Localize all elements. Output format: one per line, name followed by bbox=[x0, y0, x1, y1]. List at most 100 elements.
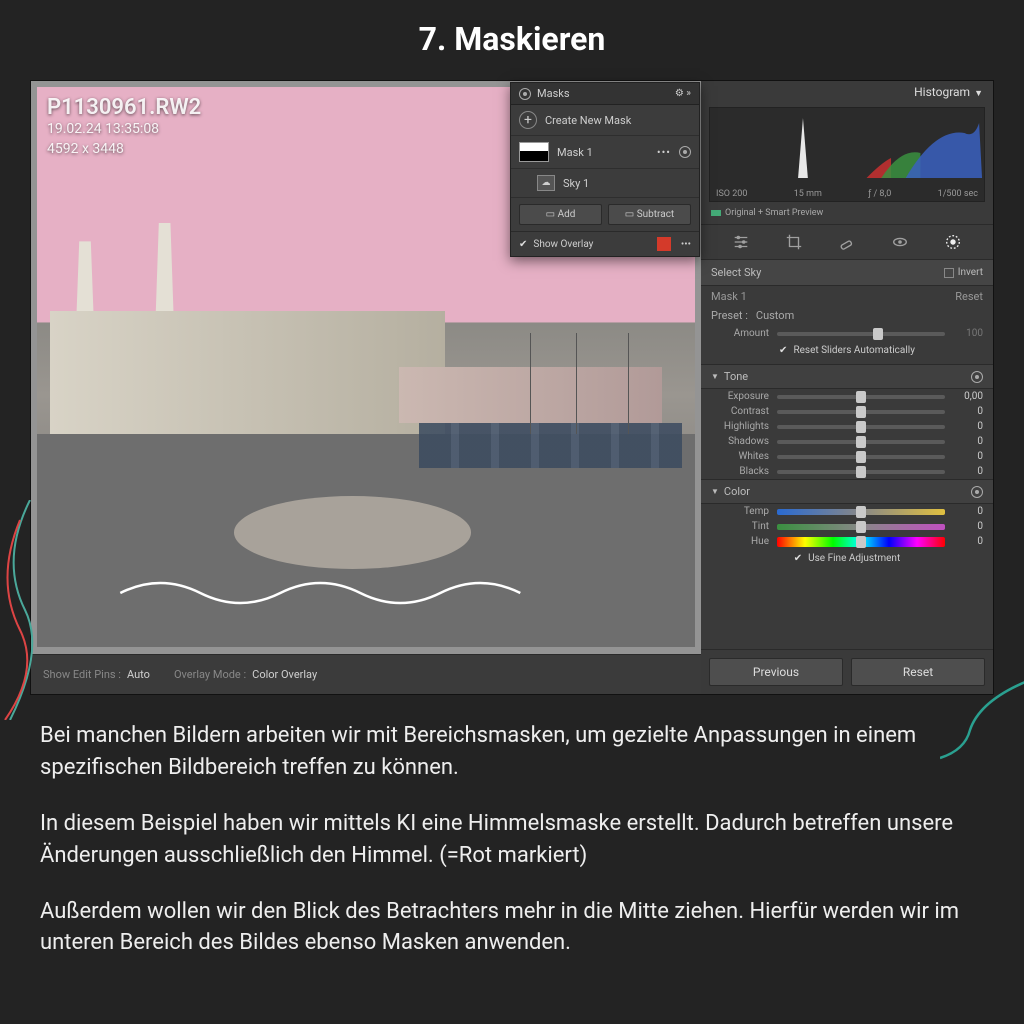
temp-slider[interactable]: Temp0 bbox=[701, 504, 993, 519]
slider-track[interactable] bbox=[777, 509, 945, 515]
right-panel: Histogram▼ ISO 200 15 mm ƒ / 8,0 1/500 s… bbox=[701, 81, 993, 694]
fine-adjustment-row[interactable]: ✔ Use Fine Adjustment bbox=[701, 549, 993, 572]
overlay-color-swatch[interactable] bbox=[657, 237, 671, 251]
mask-name-label: Mask 1 bbox=[711, 290, 747, 303]
slider-thumb[interactable] bbox=[856, 536, 866, 548]
slider-track[interactable] bbox=[777, 440, 945, 444]
slider-thumb[interactable] bbox=[856, 521, 866, 533]
plus-icon[interactable]: + bbox=[519, 111, 537, 129]
auto-reset-label: Reset Sliders Automatically bbox=[793, 345, 915, 356]
slider-thumb[interactable] bbox=[856, 451, 866, 463]
slider-value: 0 bbox=[953, 521, 983, 532]
edit-pins-value[interactable]: Auto bbox=[127, 668, 150, 681]
reset-button[interactable]: Reset bbox=[851, 658, 985, 686]
previous-button[interactable]: Previous bbox=[709, 658, 843, 686]
slider-value: 0 bbox=[953, 406, 983, 417]
amount-value: 100 bbox=[953, 328, 983, 339]
invert-toggle[interactable]: Invert bbox=[944, 267, 983, 278]
masks-panel-header[interactable]: Masks ⚙ » bbox=[511, 83, 699, 105]
preset-label: Preset : bbox=[711, 309, 748, 322]
shadows-slider[interactable]: Shadows0 bbox=[701, 434, 993, 449]
panel-controls[interactable]: ⚙ » bbox=[675, 88, 691, 99]
mask-thumbnail bbox=[519, 142, 549, 162]
slider-thumb[interactable] bbox=[856, 406, 866, 418]
slider-value: 0,00 bbox=[953, 391, 983, 402]
add-button[interactable]: ▭ Add bbox=[519, 204, 602, 225]
slider-thumb[interactable] bbox=[856, 466, 866, 478]
slider-track[interactable] bbox=[777, 537, 945, 547]
show-overlay-row[interactable]: ✔ Show Overlay ••• bbox=[511, 231, 699, 256]
contrast-slider[interactable]: Contrast0 bbox=[701, 404, 993, 419]
slider-thumb[interactable] bbox=[856, 506, 866, 518]
slider-label: Tint bbox=[711, 521, 769, 532]
hist-aperture: ƒ / 8,0 bbox=[868, 189, 891, 199]
whites-slider[interactable]: Whites0 bbox=[701, 449, 993, 464]
exposure-slider[interactable]: Exposure0,00 bbox=[701, 389, 993, 404]
amount-slider[interactable]: Amount 100 bbox=[701, 326, 993, 341]
tone-group-header[interactable]: ▼Tone bbox=[701, 364, 993, 389]
mask-action-row: ▭ Add ▭ Subtract bbox=[511, 198, 699, 231]
select-sky-label[interactable]: Select Sky bbox=[711, 266, 761, 279]
checkbox-icon bbox=[944, 268, 954, 278]
subtract-button[interactable]: ▭ Subtract bbox=[608, 204, 691, 225]
eye-icon[interactable] bbox=[519, 88, 531, 100]
slider-track[interactable] bbox=[777, 410, 945, 414]
tint-slider[interactable]: Tint 0 bbox=[701, 519, 993, 534]
slider-thumb[interactable] bbox=[856, 421, 866, 433]
reset-link[interactable]: Reset bbox=[955, 290, 983, 303]
histogram-title[interactable]: Histogram▼ bbox=[701, 81, 993, 103]
highlights-slider[interactable]: Highlights0 bbox=[701, 419, 993, 434]
masks-floating-panel[interactable]: Masks ⚙ » + Create New Mask Mask 1 ••• ☁… bbox=[510, 82, 700, 257]
slider-value: 0 bbox=[953, 436, 983, 447]
component-name: Sky 1 bbox=[563, 177, 589, 190]
mask-component-item[interactable]: ☁ Sky 1 bbox=[511, 169, 699, 198]
mask-item[interactable]: Mask 1 ••• bbox=[511, 136, 699, 169]
invert-label: Invert bbox=[958, 267, 983, 278]
color-group-header[interactable]: ▼Color bbox=[701, 479, 993, 504]
slider-track[interactable] bbox=[777, 425, 945, 429]
guide-wave bbox=[90, 573, 551, 613]
preview-indicator-icon bbox=[711, 210, 721, 216]
more-icon[interactable]: ••• bbox=[657, 146, 671, 159]
slider-track[interactable] bbox=[777, 470, 945, 474]
sliders-icon[interactable] bbox=[732, 233, 750, 251]
chevron-down-icon: ▼ bbox=[711, 372, 719, 381]
crop-icon[interactable] bbox=[785, 233, 803, 251]
histogram-meta: ISO 200 15 mm ƒ / 8,0 1/500 sec bbox=[710, 189, 984, 199]
mask-icon[interactable] bbox=[944, 233, 962, 251]
desc-p2: In diesem Beispiel haben wir mittels KI … bbox=[40, 808, 984, 872]
edit-pins-label: Show Edit Pins : bbox=[43, 668, 121, 681]
select-sky-row: Select Sky Invert bbox=[701, 260, 993, 286]
slider-value: 0 bbox=[953, 466, 983, 477]
hue-slider[interactable]: Hue0 bbox=[701, 534, 993, 549]
redeye-icon[interactable] bbox=[891, 233, 909, 251]
tool-strip bbox=[701, 224, 993, 260]
eye-icon[interactable] bbox=[971, 371, 983, 383]
sky-icon: ☁ bbox=[537, 175, 555, 191]
check-icon: ✔ bbox=[794, 553, 802, 564]
preview-mode[interactable]: Original + Smart Preview bbox=[701, 206, 993, 224]
eye-icon[interactable] bbox=[679, 146, 691, 158]
create-mask-row[interactable]: + Create New Mask bbox=[511, 105, 699, 136]
slider-track[interactable] bbox=[777, 455, 945, 459]
slider-track[interactable] bbox=[777, 332, 945, 336]
slider-thumb[interactable] bbox=[856, 391, 866, 403]
chevron-down-icon: ▼ bbox=[974, 89, 983, 99]
blacks-slider[interactable]: Blacks0 bbox=[701, 464, 993, 479]
slider-thumb[interactable] bbox=[856, 436, 866, 448]
histogram[interactable]: ISO 200 15 mm ƒ / 8,0 1/500 sec bbox=[709, 107, 985, 202]
desc-p1: Bei manchen Bildern arbeiten wir mit Ber… bbox=[40, 720, 984, 784]
eye-icon[interactable] bbox=[971, 486, 983, 498]
slider-track[interactable] bbox=[777, 395, 945, 399]
preset-row[interactable]: Preset : Custom bbox=[701, 307, 993, 326]
slider-thumb[interactable] bbox=[873, 328, 883, 340]
slider-track[interactable] bbox=[777, 524, 945, 530]
overlay-mode-value[interactable]: Color Overlay bbox=[252, 668, 317, 681]
more-icon[interactable]: ••• bbox=[681, 239, 691, 250]
heal-icon[interactable] bbox=[838, 233, 856, 251]
chevron-down-icon: ▼ bbox=[711, 487, 719, 496]
facade-shape bbox=[50, 311, 445, 434]
hist-shutter: 1/500 sec bbox=[938, 189, 978, 199]
lamp-pole bbox=[628, 333, 629, 434]
auto-reset-row[interactable]: ✔ Reset Sliders Automatically bbox=[701, 341, 993, 364]
